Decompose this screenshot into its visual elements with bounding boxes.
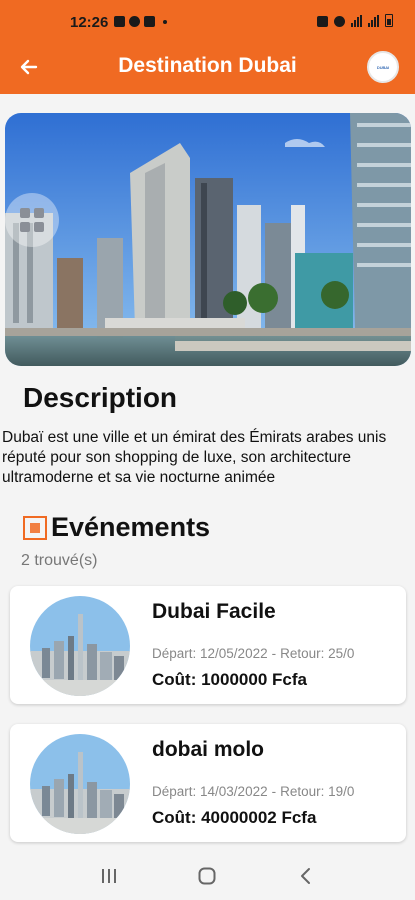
gallery-button[interactable]	[5, 193, 59, 247]
app-bar: Destination Dubai DUBAI	[0, 40, 415, 94]
home-button[interactable]	[187, 856, 227, 896]
signal-2-icon	[368, 15, 379, 27]
event-retour: Retour: 25/0	[280, 646, 355, 661]
dubai-skyline-illustration	[5, 113, 411, 366]
facebook-notification-icon	[144, 16, 155, 27]
status-time: 12:26	[70, 14, 109, 31]
home-icon	[198, 867, 216, 885]
alarm-icon	[317, 16, 328, 27]
event-cost: Coût: 1000000 Fcfa	[152, 670, 307, 689]
signal-icon	[351, 15, 362, 27]
event-dates: Départ: 12/05/2022- Retour: 25/0	[152, 646, 355, 661]
event-retour: Retour: 19/0	[280, 784, 355, 799]
event-name: Dubai Facile	[152, 600, 276, 623]
event-city-image	[30, 734, 130, 834]
events-count: 2 trouvé(s)	[21, 552, 98, 569]
events-heading: Evénements	[51, 512, 211, 542]
chevron-left-icon	[300, 868, 310, 884]
brand-logo-text: DUBAI	[376, 64, 390, 70]
recents-button[interactable]	[89, 856, 129, 896]
recents-icon	[102, 869, 117, 883]
event-thumbnail	[30, 734, 130, 834]
system-back-button[interactable]	[286, 856, 326, 896]
notification-icons	[114, 16, 167, 27]
hotspot-icon	[334, 16, 345, 27]
event-city-image	[30, 596, 130, 696]
description-text: Dubaï est une ville et un émirat des Émi…	[2, 429, 387, 486]
event-card[interactable]: dobai molo Départ: 14/03/2022- Retour: 19…	[10, 724, 406, 842]
whatsapp-notification-icon	[129, 16, 140, 27]
event-square-icon	[23, 515, 47, 540]
destination-image	[5, 113, 411, 366]
grid-icon	[20, 208, 44, 232]
event-depart: Départ: 14/03/2022	[152, 784, 268, 799]
brand-logo: DUBAI	[367, 51, 399, 83]
event-thumbnail	[30, 596, 130, 696]
event-cost: Coût: 40000002 Fcfa	[152, 808, 317, 827]
event-name: dobai molo	[152, 738, 264, 761]
event-depart: Départ: 12/05/2022	[152, 646, 268, 661]
gallery-notification-icon	[114, 16, 125, 27]
page-title: Destination Dubai	[118, 54, 297, 77]
system-icons	[317, 14, 393, 27]
events-header: Evénements	[23, 512, 210, 543]
event-card[interactable]: Dubai Facile Départ: 12/05/2022- Retour: …	[10, 586, 406, 704]
event-dates: Départ: 14/03/2022- Retour: 19/0	[152, 784, 355, 799]
more-notifications-icon	[163, 19, 167, 24]
status-bar: 12:26	[0, 0, 415, 40]
battery-icon	[385, 14, 393, 27]
system-navigation-bar	[0, 852, 415, 900]
description-heading: Description	[23, 382, 178, 413]
